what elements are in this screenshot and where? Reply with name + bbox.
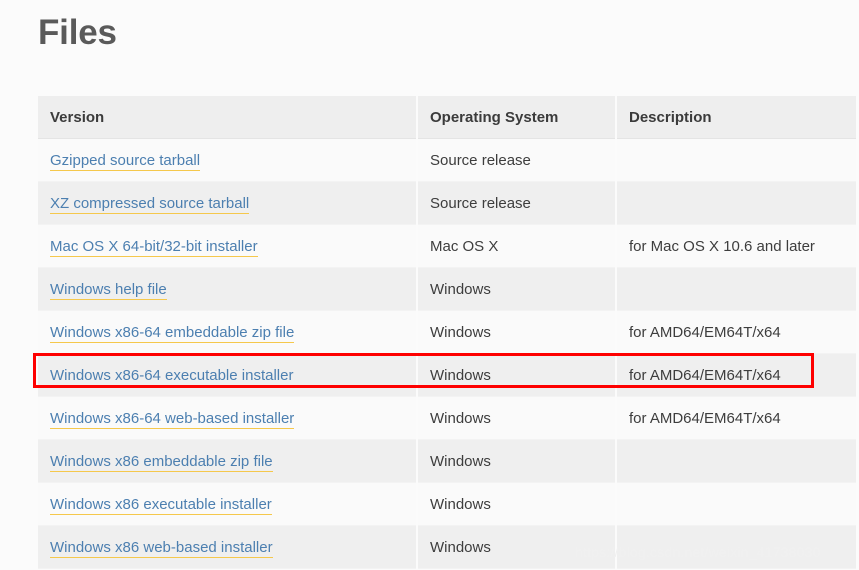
table-header: Version Operating System Description xyxy=(38,96,856,139)
watermark-text: https://blog.csdn.net/weixin_41738030 xyxy=(575,544,821,560)
cell-description: for AMD64/EM64T/x64 xyxy=(616,353,856,397)
page-title: Files xyxy=(38,13,117,52)
table-row: Gzipped source tarball Source release xyxy=(38,138,856,182)
file-download-link[interactable]: Windows help file xyxy=(50,280,167,300)
cell-operating-system: Windows xyxy=(417,353,617,397)
table-row: Windows x86-64 embeddable zip file Window… xyxy=(38,310,856,354)
cell-description xyxy=(616,439,856,483)
files-table: Version Operating System Description Gzi… xyxy=(38,96,856,569)
cell-description xyxy=(616,482,856,526)
file-download-link[interactable]: Windows x86 executable installer xyxy=(50,495,272,515)
cell-operating-system: Windows xyxy=(417,310,617,354)
file-download-link[interactable]: Gzipped source tarball xyxy=(50,151,201,171)
cell-description xyxy=(616,181,856,225)
cell-version: Windows x86 web-based installer xyxy=(38,525,418,569)
cell-operating-system: Windows xyxy=(417,396,617,440)
file-download-link[interactable]: Windows x86-64 web-based installer xyxy=(50,409,295,429)
cell-description: for Mac OS X 10.6 and later xyxy=(616,224,856,268)
file-download-link[interactable]: Windows x86 web-based installer xyxy=(50,538,273,558)
file-download-link[interactable]: Windows x86-64 embeddable zip file xyxy=(50,323,295,343)
cell-operating-system: Windows xyxy=(417,482,617,526)
table-row: Windows x86-64 executable installer Windo… xyxy=(38,353,856,397)
file-download-link[interactable]: XZ compressed source tarball xyxy=(50,194,250,214)
table-row: Windows x86-64 web-based installer Window… xyxy=(38,396,856,440)
file-download-link[interactable]: Windows x86-64 executable installer xyxy=(50,366,294,386)
table-row: XZ compressed source tarball Source relea… xyxy=(38,181,856,225)
cell-operating-system: Source release xyxy=(417,138,617,182)
cell-operating-system: Windows xyxy=(417,267,617,311)
files-table-container: Version Operating System Description Gzi… xyxy=(38,96,856,569)
cell-version: Gzipped source tarball xyxy=(38,138,418,182)
file-download-link[interactable]: Windows x86 embeddable zip file xyxy=(50,452,273,472)
cell-version: XZ compressed source tarball xyxy=(38,181,418,225)
table-row: Mac OS X 64-bit/32-bit installer Mac OS X… xyxy=(38,224,856,268)
column-header-operating-system[interactable]: Operating System xyxy=(417,96,617,139)
cell-version: Windows x86-64 executable installer xyxy=(38,353,418,397)
cell-description xyxy=(616,267,856,311)
cell-description: for AMD64/EM64T/x64 xyxy=(616,396,856,440)
table-header-row: Version Operating System Description xyxy=(38,96,856,139)
cell-operating-system: Source release xyxy=(417,181,617,225)
table-body: Gzipped source tarball Source release XZ c… xyxy=(38,138,856,569)
table-row: Windows x86 executable installer Windows xyxy=(38,482,856,526)
cell-version: Windows help file xyxy=(38,267,418,311)
column-header-version[interactable]: Version xyxy=(38,96,418,139)
cell-operating-system: Mac OS X xyxy=(417,224,617,268)
cell-description: for AMD64/EM64T/x64 xyxy=(616,310,856,354)
cell-version: Windows x86 embeddable zip file xyxy=(38,439,418,483)
files-page: Files Version Operating System Descripti… xyxy=(0,0,859,570)
cell-operating-system: Windows xyxy=(417,439,617,483)
cell-version: Windows x86 executable installer xyxy=(38,482,418,526)
cell-version: Mac OS X 64-bit/32-bit installer xyxy=(38,224,418,268)
cell-version: Windows x86-64 embeddable zip file xyxy=(38,310,418,354)
column-header-description[interactable]: Description xyxy=(616,96,856,139)
cell-version: Windows x86-64 web-based installer xyxy=(38,396,418,440)
table-row: Windows help file Windows xyxy=(38,267,856,311)
file-download-link[interactable]: Mac OS X 64-bit/32-bit installer xyxy=(50,237,258,257)
table-row: Windows x86 embeddable zip file Windows xyxy=(38,439,856,483)
cell-description xyxy=(616,138,856,182)
